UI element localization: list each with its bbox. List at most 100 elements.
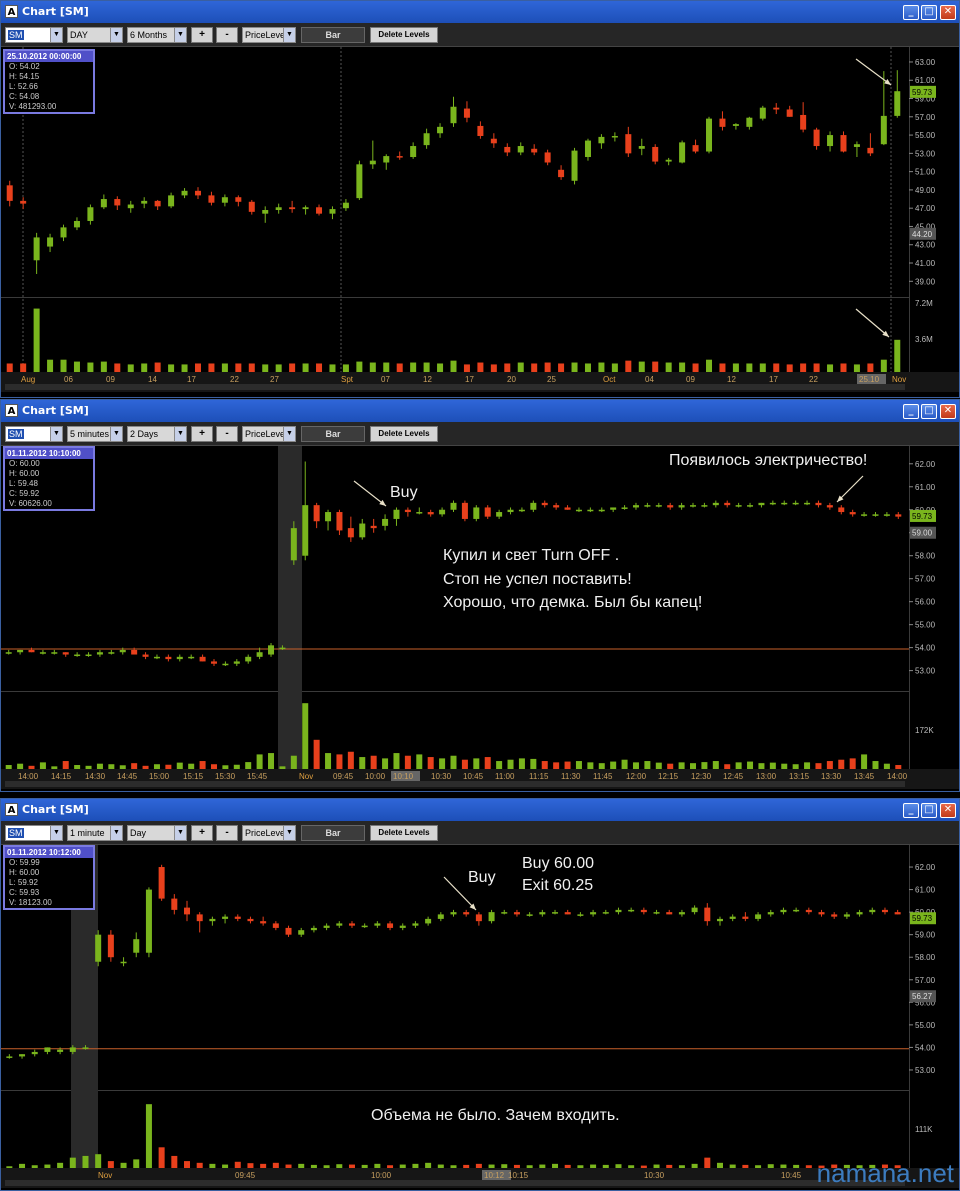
volume-bar xyxy=(209,1163,216,1168)
volume-bar xyxy=(475,1163,482,1168)
volume-bar xyxy=(245,762,252,769)
price-tick-label: 47.00 xyxy=(915,204,936,213)
zoom-in-button[interactable]: + xyxy=(191,825,213,841)
candle-body xyxy=(488,912,495,922)
candle-body xyxy=(518,509,525,512)
candlestick-chart[interactable]: 62.0061.0060.0059.0058.0057.0056.0055.00… xyxy=(1,446,959,791)
candle-body xyxy=(96,652,103,655)
zoom-out-button[interactable]: - xyxy=(216,426,238,442)
chevron-down-icon: ▼ xyxy=(174,826,186,840)
volume-bar xyxy=(883,763,890,769)
time-axis-label: 11:30 xyxy=(561,772,581,781)
minimize-button[interactable]: _ xyxy=(903,803,919,818)
volume-bar xyxy=(44,1164,51,1168)
bar-button[interactable]: Bar xyxy=(301,426,365,442)
range-select[interactable]: 6 Months ▼ xyxy=(127,27,187,43)
volume-bar xyxy=(450,360,457,372)
delete-levels-button[interactable]: Delete Levels xyxy=(370,27,438,43)
candlestick-chart[interactable]: 63.0061.0059.0057.0055.0053.0051.0049.00… xyxy=(1,47,959,397)
price-tick-label: 62.00 xyxy=(915,863,936,872)
volume-bar xyxy=(73,361,80,372)
volume-bar xyxy=(222,1164,229,1168)
close-button[interactable]: ✕ xyxy=(940,803,956,818)
candle-body xyxy=(28,649,35,653)
volume-bar xyxy=(127,364,134,372)
delete-levels-button[interactable]: Delete Levels xyxy=(370,426,438,442)
zoom-in-button[interactable]: + xyxy=(191,27,213,43)
range-select[interactable]: 2 Days ▼ xyxy=(127,426,187,442)
volume-bar xyxy=(247,1163,254,1168)
ohlc-info-box: 01.11.2012 10:10:00 O: 60.00 H: 60.00 L:… xyxy=(3,446,95,511)
candle-body xyxy=(719,118,726,127)
price-levels-value: PriceLeve xyxy=(245,30,286,40)
price-levels-select[interactable]: PriceLeve ▼ xyxy=(242,27,296,43)
minimize-button[interactable]: _ xyxy=(903,404,919,419)
zoom-out-button[interactable]: - xyxy=(216,825,238,841)
candle-body xyxy=(423,133,430,146)
candle-body xyxy=(323,925,330,928)
maximize-button[interactable]: □ xyxy=(921,803,937,818)
interval-select[interactable]: DAY ▼ xyxy=(67,27,123,43)
time-axis-label: 14:00 xyxy=(887,772,908,781)
candle-body xyxy=(818,912,825,915)
delete-levels-button[interactable]: Delete Levels xyxy=(370,825,438,841)
range-value: Day xyxy=(130,828,147,838)
time-axis-label: 13:30 xyxy=(821,772,842,781)
volume-bar xyxy=(691,1163,698,1168)
price-levels-select[interactable]: PriceLeve ▼ xyxy=(242,426,296,442)
price-tick-label: 62.00 xyxy=(915,460,936,469)
volume-bar xyxy=(313,739,320,769)
symbol-select[interactable]: SM ▼ xyxy=(5,426,63,442)
interval-select[interactable]: 1 minute ▼ xyxy=(67,825,123,841)
title-bar[interactable]: A Chart [SM] _ □ ✕ xyxy=(1,1,959,23)
candle-body xyxy=(477,125,484,136)
title-bar[interactable]: A Chart [SM] _ □ ✕ xyxy=(1,799,959,821)
zoom-in-button[interactable]: + xyxy=(191,426,213,442)
minimize-button[interactable]: _ xyxy=(903,5,919,20)
title-bar[interactable]: A Chart [SM] _ □ ✕ xyxy=(1,400,959,422)
maximize-button[interactable]: □ xyxy=(921,5,937,20)
chevron-down-icon: ▼ xyxy=(174,28,186,42)
candlestick-chart[interactable]: 62.0061.0060.0059.0058.0057.0056.0055.00… xyxy=(1,845,959,1190)
chart-plot[interactable]: 63.00 61.00 59.00 57.00 55.00 53.00 51.00 49.00… xyxy=(1,47,959,397)
volume-bar xyxy=(285,1164,292,1168)
time-axis-label: 10:15 xyxy=(508,1171,529,1180)
volume-bar xyxy=(31,1165,38,1168)
time-axis-label: 14:30 xyxy=(85,772,106,781)
chart-plot[interactable]: 62.0061.0060.0059.0058.0057.0056.0055.00… xyxy=(1,446,959,791)
volume-bar xyxy=(437,363,444,372)
chevron-down-icon: ▼ xyxy=(110,28,122,42)
volume-bar xyxy=(827,364,834,372)
chart-window-daily[interactable]: A Chart [SM] _ □ ✕ SM ▼ DAY ▼ 6 Months ▼ + … xyxy=(0,0,960,398)
interval-select[interactable]: 5 minutes ▼ xyxy=(67,426,123,442)
volume-bar xyxy=(399,1164,406,1168)
candle-body xyxy=(39,652,46,654)
chevron-down-icon: ▼ xyxy=(283,28,295,42)
chart-window-1min[interactable]: A Chart [SM] _ □ ✕ SM ▼ 1 minute ▼ Day ▼ + … xyxy=(0,798,960,1191)
candle-body xyxy=(638,146,645,149)
candle-body xyxy=(853,144,860,147)
price-levels-select[interactable]: PriceLeve ▼ xyxy=(242,825,296,841)
volume-bar xyxy=(114,363,121,372)
candle-body xyxy=(313,505,320,522)
candle-body xyxy=(107,934,114,958)
symbol-select[interactable]: SM ▼ xyxy=(5,27,63,43)
candle-body xyxy=(773,107,780,110)
close-button[interactable]: ✕ xyxy=(940,404,956,419)
range-select[interactable]: Day ▼ xyxy=(127,825,187,841)
volume-bar xyxy=(272,1162,279,1168)
price-arrow-icon-head xyxy=(884,78,891,85)
zoom-out-button[interactable]: - xyxy=(216,27,238,43)
time-axis-label: 10:12 xyxy=(484,1171,505,1180)
candle-body xyxy=(100,199,107,208)
volume-bar xyxy=(208,363,215,372)
chart-window-5min[interactable]: A Chart [SM] _ □ ✕ SM ▼ 5 minutes ▼ 2 Days… xyxy=(0,399,960,792)
maximize-button[interactable]: □ xyxy=(921,404,937,419)
bar-button[interactable]: Bar xyxy=(301,825,365,841)
symbol-select[interactable]: SM ▼ xyxy=(5,825,63,841)
bar-button[interactable]: Bar xyxy=(301,27,365,43)
close-button[interactable]: ✕ xyxy=(940,5,956,20)
candle-body xyxy=(310,927,317,931)
volume-bar xyxy=(221,363,228,372)
chart-plot[interactable]: 62.0061.0060.0059.0058.0057.0056.0055.00… xyxy=(1,845,959,1190)
